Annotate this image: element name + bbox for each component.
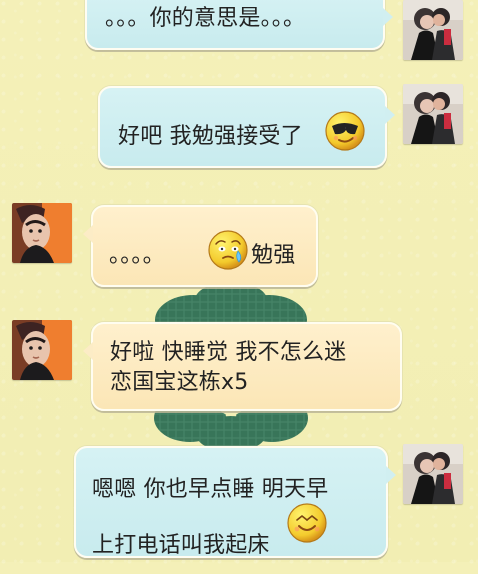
couple-photo-avatar: [403, 84, 463, 144]
chat-screen: { "messages": [ { "id": "m1", "direction…: [0, 0, 478, 562]
outgoing-avatar-3[interactable]: [403, 444, 463, 504]
couple-photo-avatar: [403, 444, 463, 504]
outgoing-avatar-2[interactable]: [403, 84, 463, 144]
portrait-avatar: [12, 203, 72, 263]
message-bubble-5[interactable]: 嗯嗯 你也早点睡 明天早 上打电话叫我起床: [74, 446, 396, 558]
message-prefix-text: 。。。。: [109, 243, 165, 268]
incoming-avatar-1[interactable]: [12, 203, 72, 263]
outgoing-avatar-1[interactable]: [403, 0, 463, 60]
message-suffix-text: 勉强: [251, 243, 296, 268]
incoming-avatar-2[interactable]: [12, 320, 72, 380]
cool-sunglasses-emoji: [324, 110, 366, 152]
message-bubble-2[interactable]: 好吧 我勉强接受了: [98, 86, 395, 168]
message-bubble-4[interactable]: 好啦 快睡觉 我不怎么迷 恋国宝这栋x5: [83, 322, 402, 411]
message-text: 好吧 我勉强接受了: [118, 124, 303, 149]
portrait-avatar: [12, 320, 72, 380]
message-text: 。。。你的意思是。。。: [105, 6, 306, 31]
message-bubble-3[interactable]: 。。。。 勉强: [83, 205, 318, 287]
couple-photo-avatar: [403, 0, 463, 60]
smiling-emoji: [286, 502, 328, 544]
message-text: 好啦 快睡觉 我不怎么迷 恋国宝这栋x5: [110, 340, 347, 395]
message-bubble-1[interactable]: 。。。你的意思是。。。: [85, 0, 393, 50]
teary-worried-emoji: [207, 229, 249, 271]
